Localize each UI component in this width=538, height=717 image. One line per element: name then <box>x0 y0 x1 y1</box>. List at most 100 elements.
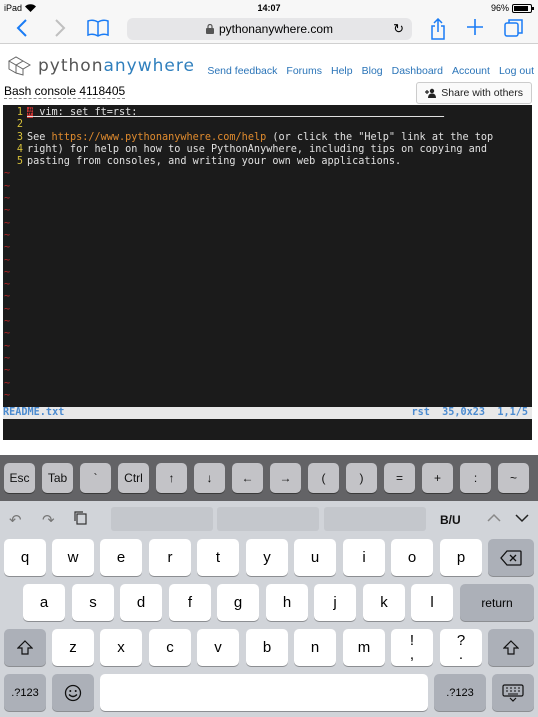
share-with-others-button[interactable]: Share with others <box>416 82 532 104</box>
nav-log-out[interactable]: Log out <box>499 65 534 77</box>
undo-icon[interactable]: ↶ <box>9 511 22 529</box>
url-text: pythonanywhere.com <box>218 22 334 36</box>
shift-key-right[interactable] <box>488 629 534 666</box>
nav-blog[interactable]: Blog <box>362 65 383 77</box>
reload-icon[interactable]: ↻ <box>393 21 404 37</box>
ctrl-key[interactable]: Ctrl <box>118 463 149 493</box>
key-c[interactable]: c <box>149 629 191 666</box>
key-i[interactable]: i <box>343 539 385 576</box>
key-x[interactable]: x <box>100 629 142 666</box>
empty-line-tilde: ~ <box>4 316 11 328</box>
close-paren-key[interactable]: ) <box>346 463 377 493</box>
numbers-key-left[interactable]: .?123 <box>4 674 46 711</box>
bookmarks-button[interactable] <box>87 18 109 38</box>
pythonanywhere-logo[interactable]: pythonanywhere <box>6 55 195 77</box>
suggestion-slot[interactable] <box>324 507 426 531</box>
line-number: 2 <box>16 119 23 131</box>
share-button[interactable] <box>430 18 446 40</box>
empty-line-tilde: ~ <box>4 303 11 315</box>
key-j[interactable]: j <box>314 584 356 621</box>
empty-line-tilde: ~ <box>4 328 11 340</box>
terminal-line: 5 pasting from consoles, and writing your… <box>3 156 532 168</box>
suggestion-slot[interactable] <box>217 507 319 531</box>
plus-key[interactable]: + <box>422 463 453 493</box>
space-key[interactable] <box>100 674 428 711</box>
key-k[interactable]: k <box>363 584 405 621</box>
format-button[interactable]: B/U <box>440 513 461 527</box>
key-m[interactable]: m <box>343 629 385 666</box>
key-q[interactable]: q <box>4 539 46 576</box>
terminal-line: 3 See https://www.pythonanywhere.com/help… <box>3 132 532 144</box>
key-a[interactable]: a <box>23 584 65 621</box>
emoji-key[interactable] <box>52 674 94 711</box>
status-filename: README.txt <box>3 407 65 418</box>
snake-logo-icon <box>7 56 32 76</box>
key-o[interactable]: o <box>391 539 433 576</box>
empty-line-tilde: ~ <box>4 180 11 192</box>
new-tab-button[interactable] <box>466 18 484 36</box>
backtick-key[interactable]: ` <box>80 463 111 493</box>
key-r[interactable]: r <box>149 539 191 576</box>
nav-send-feedback[interactable]: Send feedback <box>207 65 277 77</box>
empty-lines: ~ ~ ~ ~ ~ ~ ~ ~ ~ ~ ~ ~ ~ ~ ~ ~ ~ ~ ~ <box>3 168 532 402</box>
suggestion-slot[interactable] <box>111 507 213 531</box>
equals-key[interactable]: = <box>384 463 415 493</box>
shift-key-left[interactable] <box>4 629 46 666</box>
paste-icon[interactable] <box>74 511 88 529</box>
key-y[interactable]: y <box>246 539 288 576</box>
backspace-key[interactable] <box>488 539 534 576</box>
nav-forums[interactable]: Forums <box>286 65 322 77</box>
tabs-icon <box>504 19 523 37</box>
numbers-key-right[interactable]: .?123 <box>434 674 486 711</box>
key-t[interactable]: t <box>197 539 239 576</box>
battery-percent: 96% <box>490 3 509 13</box>
chevron-up-icon[interactable] <box>487 511 501 526</box>
arrow-right-key[interactable]: → <box>270 463 301 493</box>
console-title[interactable]: Bash console 4118405 <box>4 84 126 99</box>
nav-dashboard[interactable]: Dashboard <box>392 65 443 77</box>
key-h[interactable]: h <box>266 584 308 621</box>
esc-key[interactable]: Esc <box>4 463 35 493</box>
key-w[interactable]: w <box>52 539 94 576</box>
colon-key[interactable]: : <box>460 463 491 493</box>
key-p[interactable]: p <box>440 539 482 576</box>
logo-python-text: python <box>38 56 104 76</box>
redo-icon[interactable]: ↷ <box>42 511 55 529</box>
nav-help[interactable]: Help <box>331 65 353 77</box>
address-bar[interactable]: pythonanywhere.com ↻ <box>127 18 412 40</box>
empty-line-tilde: ~ <box>4 193 11 205</box>
arrow-down-key[interactable]: ↓ <box>194 463 225 493</box>
key-e[interactable]: e <box>100 539 142 576</box>
key-l[interactable]: l <box>411 584 453 621</box>
book-icon <box>87 19 109 37</box>
line-number: 4 <box>16 143 23 155</box>
keyboard-shortcut-bar: ↶ ↷ B/U <box>0 501 538 534</box>
key-g[interactable]: g <box>217 584 259 621</box>
tab-key[interactable]: Tab <box>42 463 73 493</box>
status-position: rst 35,0x23 1,1/5 <box>411 407 528 418</box>
emoji-icon <box>64 684 82 701</box>
bash-console-terminal[interactable]: 1 # vim: set ft=rst: 2 3 See https://www.p… <box>3 105 532 440</box>
forward-button[interactable] <box>54 18 66 38</box>
arrow-left-key[interactable]: ← <box>232 463 263 493</box>
key-u[interactable]: u <box>294 539 336 576</box>
tilde-key[interactable]: ~ <box>498 463 529 493</box>
chevron-down-icon[interactable] <box>515 511 529 526</box>
hide-keyboard-key[interactable] <box>492 674 534 711</box>
back-button[interactable] <box>16 18 28 38</box>
chevron-right-icon <box>55 19 66 37</box>
arrow-up-key[interactable]: ↑ <box>156 463 187 493</box>
key-n[interactable]: n <box>294 629 336 666</box>
key-b[interactable]: b <box>246 629 288 666</box>
key-question-period[interactable]: ?. <box>440 629 482 666</box>
nav-account[interactable]: Account <box>452 65 490 77</box>
key-s[interactable]: s <box>72 584 114 621</box>
key-z[interactable]: z <box>52 629 94 666</box>
tabs-button[interactable] <box>504 18 524 38</box>
open-paren-key[interactable]: ( <box>308 463 339 493</box>
return-key[interactable]: return <box>460 584 534 621</box>
key-exclamation-comma[interactable]: !, <box>391 629 433 666</box>
key-f[interactable]: f <box>169 584 211 621</box>
key-v[interactable]: v <box>197 629 239 666</box>
key-d[interactable]: d <box>120 584 162 621</box>
